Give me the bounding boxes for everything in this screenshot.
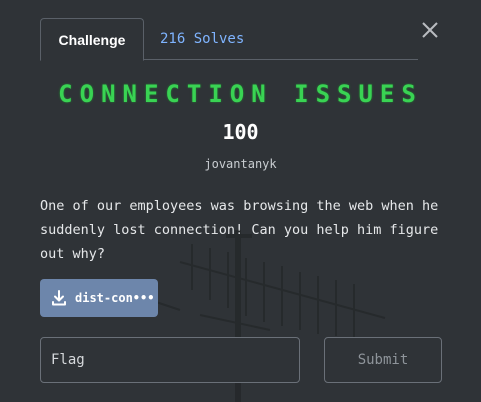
challenge-title: CONNECTION ISSUES [58, 80, 423, 108]
download-icon [52, 290, 66, 306]
challenge-modal: Challenge 216 Solves CONNECTION ISSUES 1… [0, 0, 481, 402]
tab-solves[interactable]: 216 Solves [160, 18, 244, 60]
tab-challenge[interactable]: Challenge [40, 18, 144, 61]
close-button[interactable] [418, 18, 442, 42]
flag-input[interactable] [40, 337, 300, 383]
close-icon [422, 22, 438, 38]
download-file-button[interactable]: dist-con••• [40, 279, 158, 317]
challenge-author: jovantanyk [204, 157, 277, 171]
submit-button[interactable]: Submit [324, 337, 442, 383]
challenge-points: 100 [222, 120, 259, 144]
challenge-description: One of our employees was browsing the we… [40, 198, 439, 262]
challenge-tabs: Challenge 216 Solves [40, 18, 418, 61]
download-file-label: dist-con••• [75, 291, 155, 305]
